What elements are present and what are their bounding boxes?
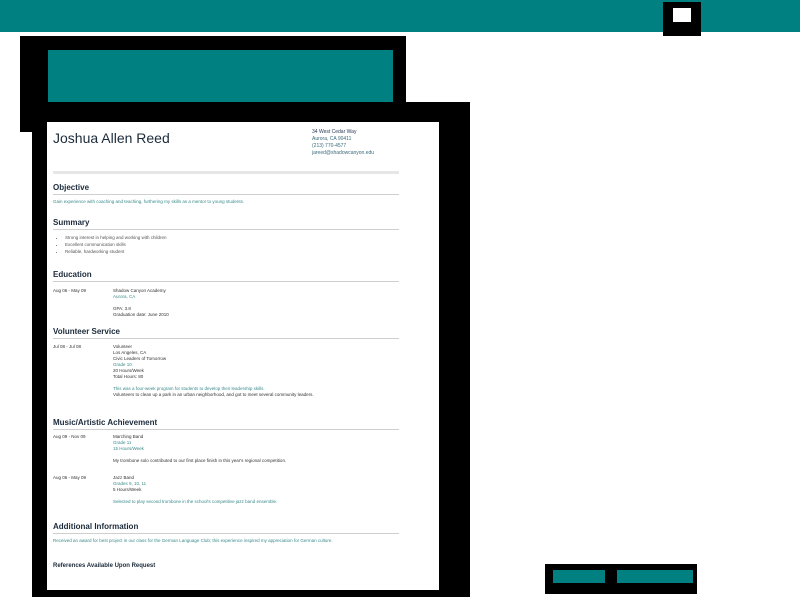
volunteer-total: Total Hours: 80	[113, 374, 144, 379]
graduation-date: Graduation date: June 2010	[113, 312, 169, 317]
section-heading: Education	[53, 270, 399, 282]
header-divider	[53, 171, 399, 174]
music-date-1: Aug 09 - Nov 09	[53, 434, 86, 439]
list-item: Excellent communication skills	[65, 241, 399, 248]
section-volunteer: Volunteer Service Jul 08 - Jul 08 Volunt…	[53, 327, 399, 397]
volunteer-detail: Volunteer Los Angeles, CA Civic Leaders …	[113, 344, 393, 398]
section-heading: Additional Information	[53, 522, 399, 534]
section-heading: Music/Artistic Achievement	[53, 418, 399, 430]
section-summary: Summary Strong interest in helping and w…	[53, 218, 399, 255]
objective-text: Gain experience with coaching and teachi…	[53, 199, 245, 204]
list-item: Reliable, hardworking student	[65, 248, 399, 255]
school-location: Aurora, CA	[113, 294, 136, 299]
contact-line-3: (213) 770-4577	[312, 143, 347, 149]
section-heading: Volunteer Service	[53, 327, 399, 339]
window-icon	[673, 8, 691, 22]
music-entry-2: Jazz Band Grades 9, 10, 11 5 Hours/Week …	[113, 475, 393, 505]
music-entry-1: Marching Band Grade 11 15 Hours/Week My …	[113, 434, 393, 464]
volunteer-date: Jul 08 - Jul 08	[53, 344, 82, 349]
section-education: Education Aug 06 - May 09 Shadow Canyon …	[53, 270, 399, 317]
resume-name: Joshua Allen Reed	[53, 130, 170, 146]
contact-line-1: 34 West Cedar Way	[312, 129, 357, 135]
music-date-2: Aug 06 - May 09	[53, 475, 87, 480]
contact-line-2: Aurora, CA 90411	[312, 136, 352, 142]
action-button-group	[545, 564, 697, 594]
contact-line-4[interactable]: jareed@shadowcanyon.edu	[312, 150, 374, 157]
summary-list: Strong interest in helping and working w…	[53, 234, 399, 255]
section-additional: Additional Information Received an award…	[53, 522, 399, 544]
additional-text: Received an award for best project in ou…	[53, 538, 333, 543]
action-button-1[interactable]	[553, 570, 605, 583]
music-hours-2: 5 Hours/Week	[113, 487, 142, 492]
education-detail: Shadow Canyon Academy Aurora, CA GPA: 3.…	[113, 288, 393, 318]
list-item: Strong interest in helping and working w…	[65, 234, 399, 241]
resume-page: Joshua Allen Reed 34 West Cedar Way Auro…	[47, 122, 439, 590]
references-text: References Available Upon Request	[53, 563, 156, 569]
banner	[48, 50, 393, 102]
music-hours-1: 15 Hours/Week	[113, 446, 144, 451]
section-objective: Objective Gain experience with coaching …	[53, 183, 399, 205]
section-heading: Objective	[53, 183, 399, 195]
music-desc-1: My trombone solo contributed to our firs…	[113, 458, 287, 463]
music-desc-2: Selected to play second trombone in the …	[113, 499, 278, 504]
top-bar-button[interactable]	[663, 2, 701, 36]
section-heading: Summary	[53, 218, 399, 230]
contact-block: 34 West Cedar Way Aurora, CA 90411 (213)…	[312, 129, 374, 157]
action-button-2[interactable]	[617, 570, 693, 583]
section-music: Music/Artistic Achievement Aug 09 - Nov …	[53, 418, 399, 504]
education-date: Aug 06 - May 09	[53, 288, 87, 293]
section-references: References Available Upon Request	[53, 563, 399, 569]
volunteer-desc-2: Volunteers to clean up a park in an urba…	[113, 392, 314, 397]
